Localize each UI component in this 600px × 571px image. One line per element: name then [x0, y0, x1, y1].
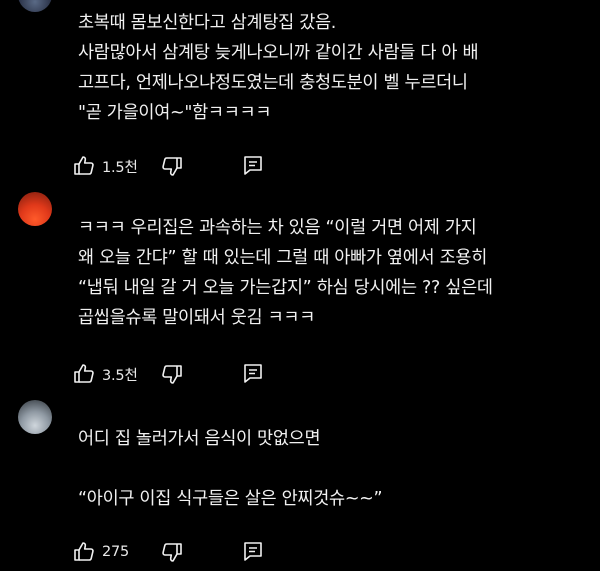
comment-line: “아이구 이집 식구들은 살은 안찌것슈~~”	[78, 489, 383, 509]
thumbs-up-icon	[72, 540, 96, 564]
like-count: 275	[102, 544, 130, 560]
comment-line: 어디 집 놀러가서 음식이 맛없으면	[78, 429, 321, 449]
thumbs-up-icon	[72, 362, 96, 386]
reply-button[interactable]	[242, 540, 264, 562]
like-button[interactable]: 1.5천	[72, 154, 138, 178]
comment-line: 왜 오늘 간댜” 할 때 있는데 그럴 때 아빠가 옆에서 조용히	[78, 248, 487, 268]
comment-line: 곱씹을슈록 말이돼서 웃김 ㅋㅋㅋ	[78, 308, 315, 328]
comment-line	[78, 454, 588, 484]
comment-actions: 275	[72, 540, 592, 564]
comment-text: 초복때 몸보신한다고 삼계탕집 갔음. 사람많아서 삼계탕 늦게나오니까 같이간…	[78, 8, 588, 128]
comment-actions: 3.5천	[72, 362, 592, 386]
comment-line: “냅둬 내일 갈 거 오늘 가는갑지” 하심 당시에는 ?? 싶은데	[78, 278, 493, 298]
like-button[interactable]: 3.5천	[72, 362, 138, 386]
thumbs-down-icon	[160, 154, 184, 178]
reply-button[interactable]	[242, 154, 264, 176]
comment-line: 초복때 몸보신한다고 삼계탕집 갔음.	[78, 13, 337, 33]
avatar[interactable]	[18, 0, 52, 12]
avatar[interactable]	[18, 192, 52, 226]
thumbs-up-icon	[72, 154, 96, 178]
avatar[interactable]	[18, 400, 52, 434]
comment-text: 어디 집 놀러가서 음식이 맛없으면 “아이구 이집 식구들은 살은 안찌것슈~…	[78, 424, 588, 514]
thumbs-down-icon	[160, 362, 184, 386]
comment-line: "곧 가을이여~"함ㅋㅋㅋㅋ	[78, 103, 272, 123]
thumbs-down-icon	[160, 540, 184, 564]
comment-line: ㅋㅋㅋ 우리집은 과속하는 차 있음 “이럴 거면 어제 가지	[78, 218, 477, 238]
like-count: 1.5천	[102, 159, 138, 176]
dislike-button[interactable]	[160, 362, 184, 386]
comment-line: 고프다, 언제나오냐정도였는데 충청도분이 벨 누르더니	[78, 73, 468, 93]
reply-icon	[242, 362, 264, 384]
dislike-button[interactable]	[160, 540, 184, 564]
comment-text: ㅋㅋㅋ 우리집은 과속하는 차 있음 “이럴 거면 어제 가지 왜 오늘 간댜”…	[78, 213, 588, 333]
reply-icon	[242, 154, 264, 176]
reply-icon	[242, 540, 264, 562]
like-button[interactable]: 275	[72, 540, 129, 564]
dislike-button[interactable]	[160, 154, 184, 178]
like-count: 3.5천	[102, 367, 138, 384]
comment-line: 사람많아서 삼계탕 늦게나오니까 같이간 사람들 다 아 배	[78, 43, 479, 63]
reply-button[interactable]	[242, 362, 264, 384]
comment-actions: 1.5천	[72, 154, 592, 178]
